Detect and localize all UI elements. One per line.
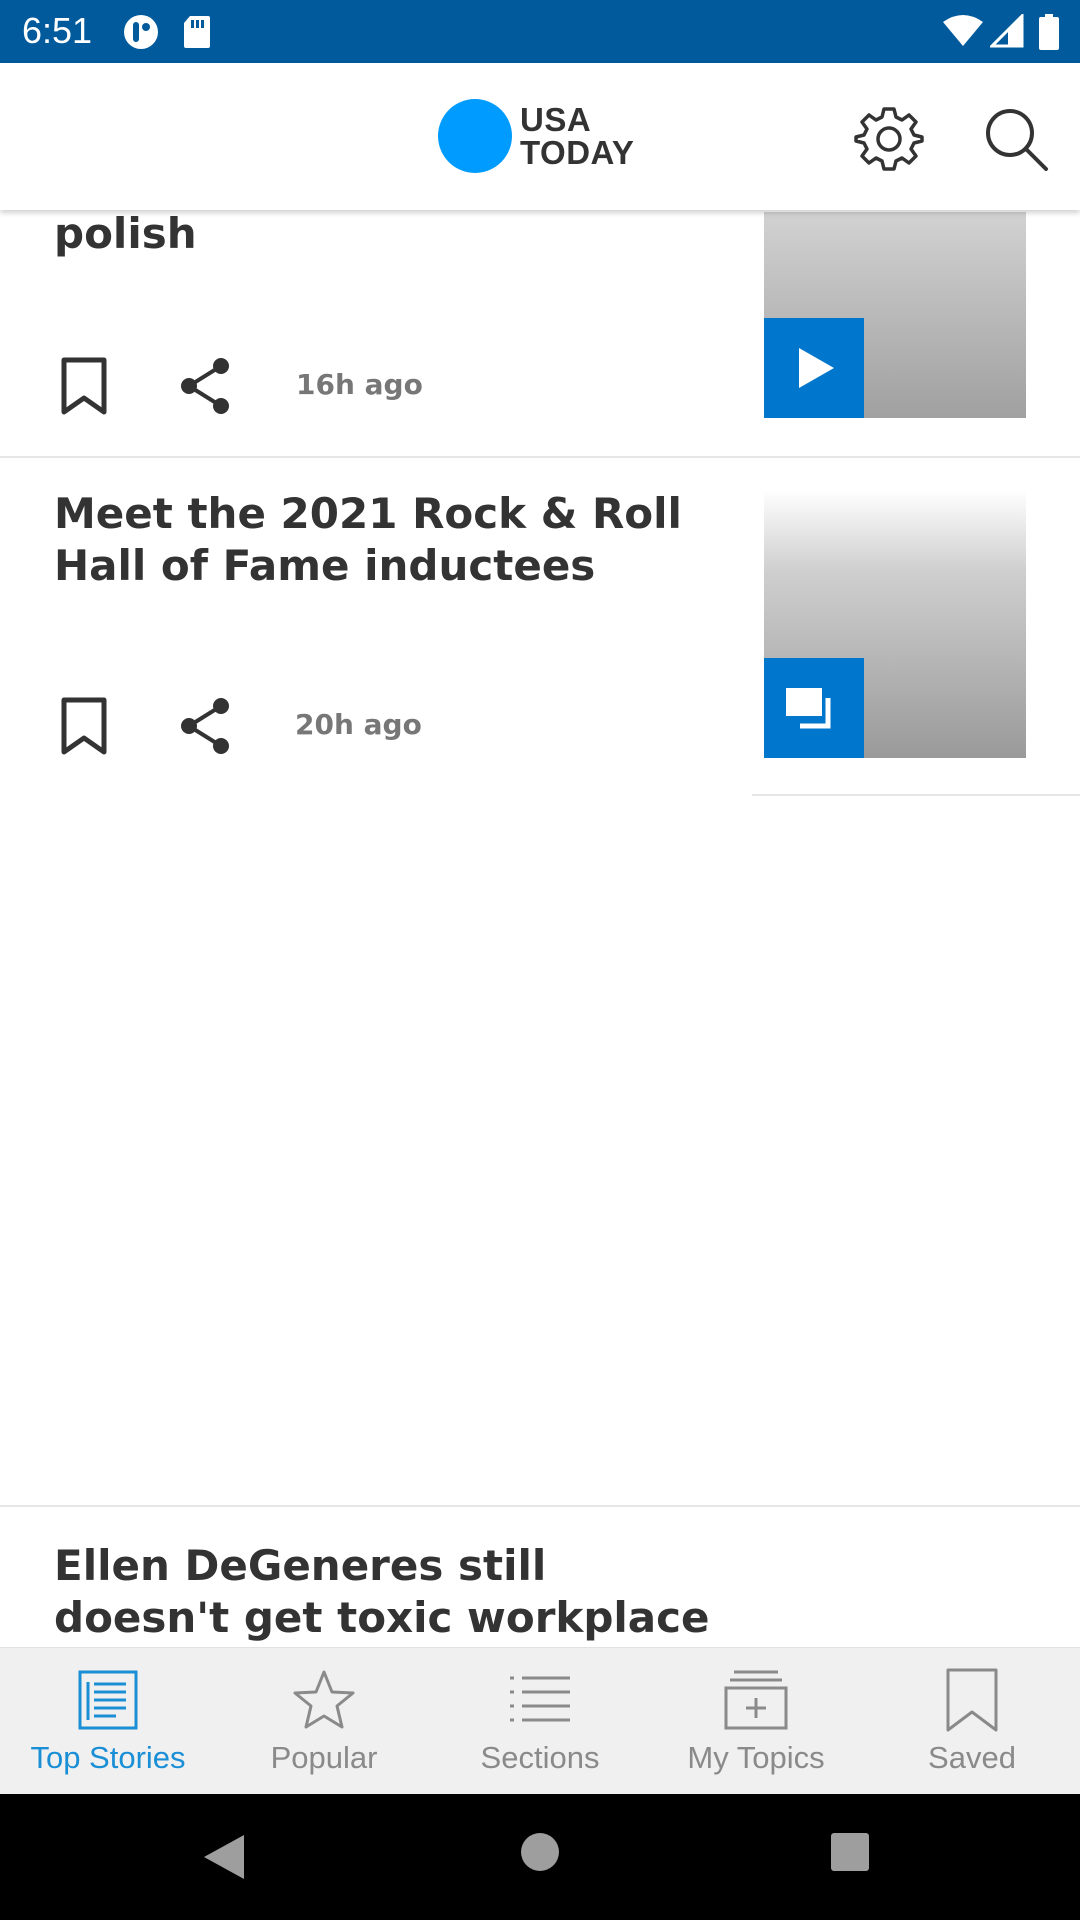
bookmark-icon[interactable]	[54, 696, 114, 756]
story-card[interactable]: polish 16h ago	[0, 210, 1080, 456]
play-icon	[799, 348, 834, 388]
bookmark-icon	[946, 1668, 998, 1732]
video-badge	[764, 318, 864, 418]
story-card[interactable]: Ellen DeGeneres still doesn't get toxic …	[0, 1507, 1080, 1647]
bookmark-icon[interactable]	[54, 356, 114, 416]
tab-popular[interactable]: Popular	[216, 1648, 432, 1795]
share-icon[interactable]	[175, 356, 235, 416]
tab-my-topics[interactable]: My Topics	[648, 1648, 864, 1795]
app-header: USA TODAY	[0, 63, 1080, 210]
logo-line-2: TODAY	[520, 134, 635, 171]
story-title[interactable]: Ellen DeGeneres still doesn't get toxic …	[54, 1540, 714, 1647]
gallery-icon	[786, 688, 831, 729]
story-title[interactable]: Meet the 2021 Rock & Roll Hall of Fame i…	[54, 488, 714, 592]
share-icon[interactable]	[175, 696, 235, 756]
bottom-navigation: Top Stories Popular Sections My Topics S…	[0, 1647, 1080, 1794]
back-icon[interactable]	[200, 1832, 248, 1882]
usa-today-logo-dot[interactable]	[438, 99, 512, 173]
add-topic-icon	[724, 1670, 788, 1730]
list-icon	[510, 1676, 570, 1722]
newspaper-icon	[78, 1670, 138, 1730]
star-icon	[293, 1670, 355, 1729]
tab-sections[interactable]: Sections	[432, 1648, 648, 1795]
logo-line-1: USA	[520, 101, 592, 138]
story-card[interactable]: Meet the 2021 Rock & Roll Hall of Fame i…	[0, 458, 1080, 794]
usa-today-logo[interactable]: USA TODAY	[520, 103, 634, 169]
divider	[752, 794, 1080, 796]
gallery-badge	[764, 658, 864, 758]
home-icon[interactable]	[520, 1832, 560, 1872]
tab-label: My Topics	[687, 1740, 825, 1775]
story-timestamp: 16h ago	[296, 368, 423, 401]
story-thumbnail[interactable]	[764, 490, 1026, 758]
battery-icon	[1039, 14, 1059, 50]
sd-card-icon	[184, 16, 210, 48]
story-thumbnail[interactable]	[764, 212, 1026, 418]
status-bar: 6:51	[0, 0, 1080, 63]
recents-icon[interactable]	[830, 1832, 870, 1872]
tab-label: Sections	[480, 1740, 600, 1775]
story-timestamp: 20h ago	[295, 708, 422, 741]
status-time: 6:51	[22, 10, 93, 51]
tab-top-stories[interactable]: Top Stories	[0, 1648, 216, 1795]
tab-label: Top Stories	[30, 1740, 186, 1775]
story-feed[interactable]: polish 16h ago Meet the 2021 Rock & Roll…	[0, 210, 1080, 1647]
wifi-icon	[943, 15, 983, 46]
data-saver-icon	[124, 15, 158, 49]
gear-icon[interactable]	[853, 103, 925, 175]
search-icon[interactable]	[980, 103, 1052, 175]
tab-label: Saved	[928, 1740, 1016, 1775]
system-navigation-bar	[0, 1794, 1080, 1920]
signal-icon	[990, 14, 1024, 48]
tab-label: Popular	[270, 1740, 378, 1775]
tab-saved[interactable]: Saved	[864, 1648, 1080, 1795]
story-title[interactable]: polish	[54, 210, 714, 260]
